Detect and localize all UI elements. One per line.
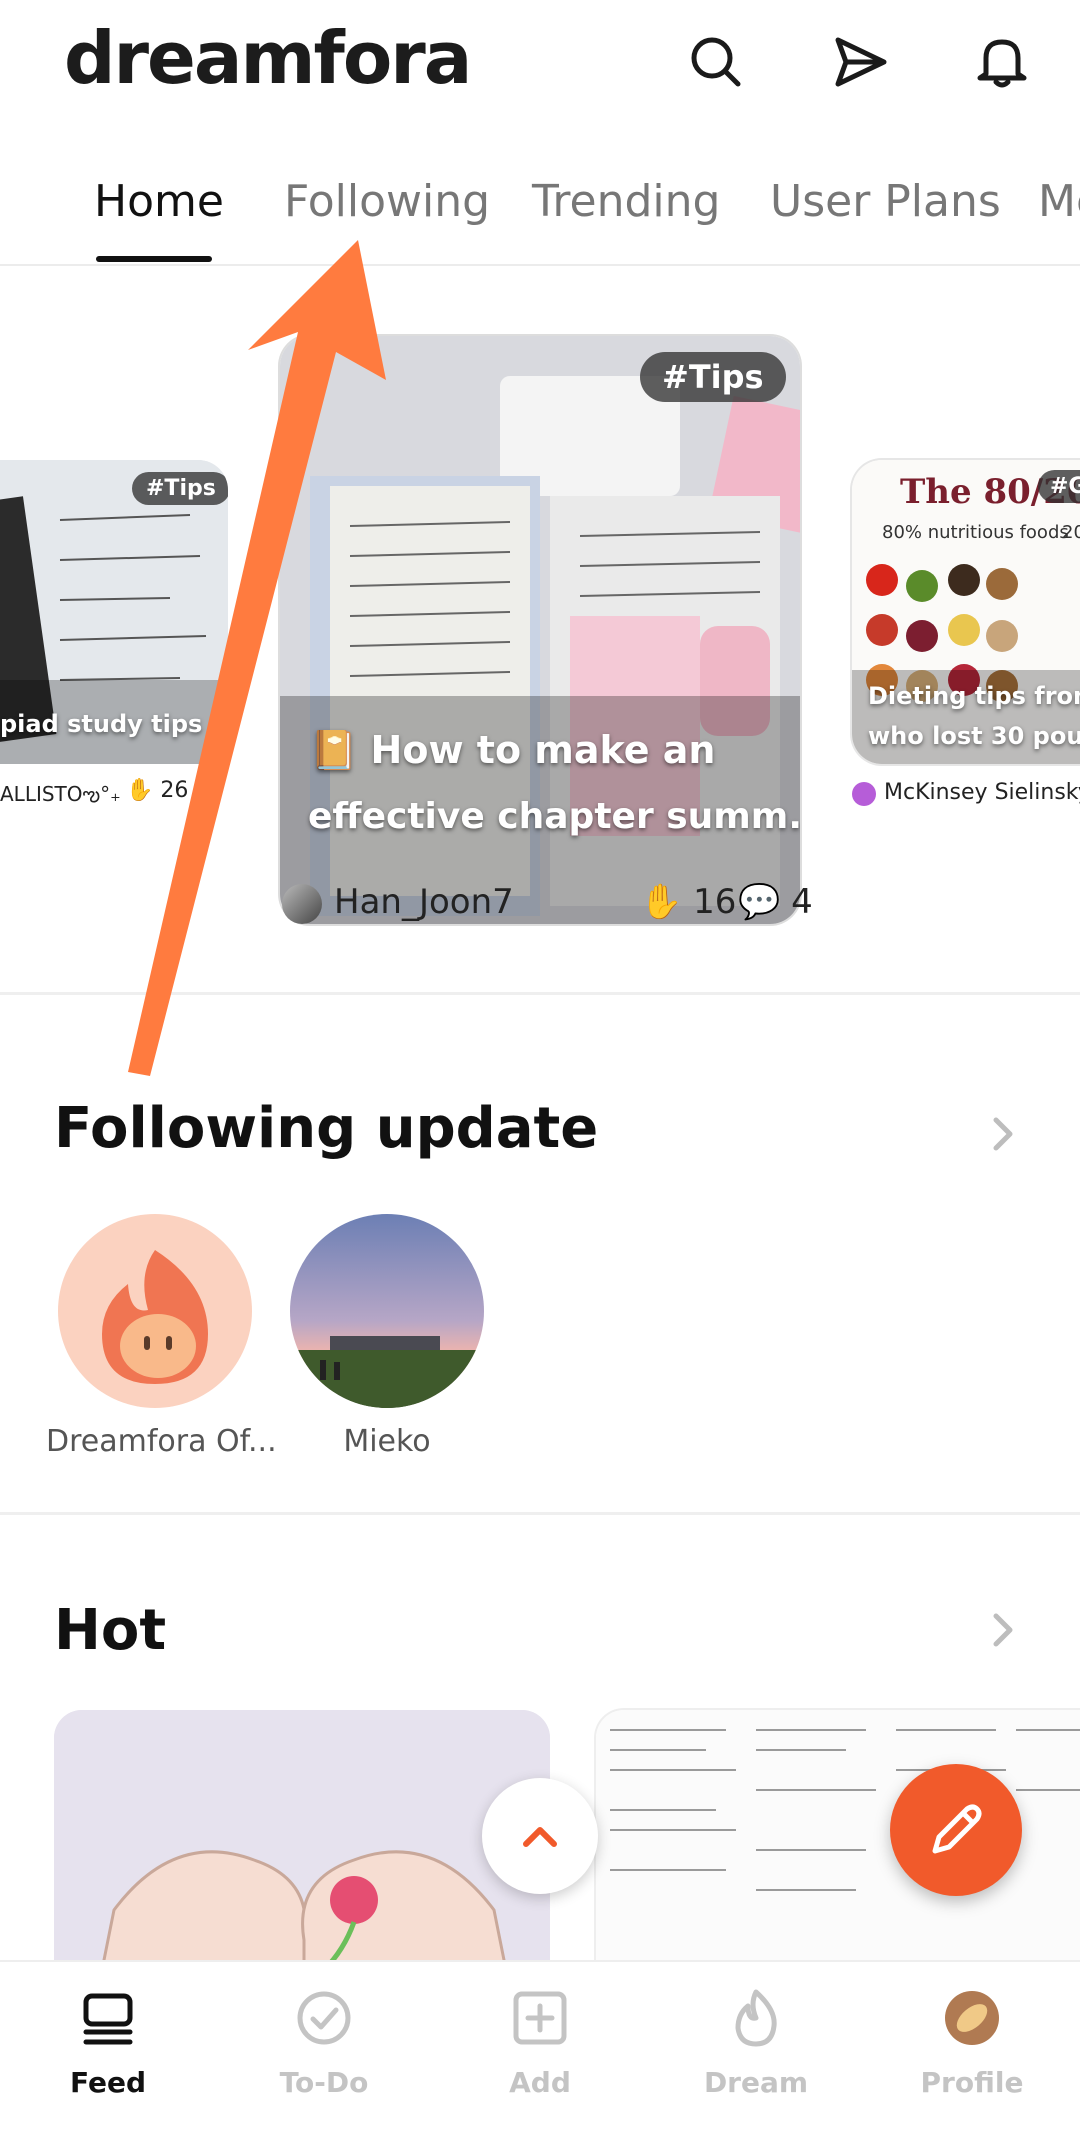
carousel-card-center[interactable]: #Tips 📔 How to make an effective chapter… bbox=[280, 336, 800, 924]
bell-icon[interactable] bbox=[970, 30, 1034, 94]
clap-icon: ✋ bbox=[640, 882, 683, 922]
landscape-photo bbox=[290, 1214, 484, 1408]
tab-home[interactable]: Home bbox=[94, 176, 224, 227]
section-divider bbox=[0, 1512, 1080, 1515]
like-count: 26 bbox=[160, 778, 189, 803]
chevron-right-icon[interactable] bbox=[984, 1610, 1024, 1650]
card-likes: ✋ 26 bbox=[126, 778, 188, 803]
card-tag: #Tips bbox=[132, 472, 228, 505]
comment-count: 4 bbox=[791, 882, 813, 922]
bottom-navigation: Feed To-Do Add Dream Profile bbox=[0, 1960, 1080, 2156]
card-title-line2: who lost 30 pounds i bbox=[868, 722, 1080, 750]
nav-label: Profile bbox=[920, 2066, 1024, 2099]
card-title-line2: effective chapter summ... bbox=[308, 796, 800, 837]
following-avatar-mieko[interactable] bbox=[290, 1214, 484, 1408]
following-update-title: Following update bbox=[54, 1096, 599, 1161]
author-avatar[interactable] bbox=[852, 782, 876, 806]
carousel-card-right[interactable]: The 80/20 R 80% nutritious foods 20 #G D… bbox=[852, 460, 1080, 764]
card-tag: #G bbox=[1038, 470, 1080, 503]
card-title-line1: Dieting tips from son bbox=[868, 682, 1080, 710]
card-comments[interactable]: 💬 4 bbox=[738, 882, 813, 922]
feed-tabs: Home Following Trending User Plans Me bbox=[0, 150, 1080, 266]
nav-dream[interactable]: Dream bbox=[656, 1988, 856, 2099]
carousel-card-left[interactable]: #Tips piad study tips bbox=[0, 460, 228, 764]
following-avatar-dreamfora[interactable] bbox=[58, 1214, 252, 1408]
feed-icon bbox=[83, 1993, 133, 2045]
scroll-to-top-button[interactable] bbox=[482, 1778, 598, 1894]
active-tab-indicator bbox=[96, 256, 212, 262]
pencil-icon bbox=[932, 1804, 982, 1854]
chevron-right-icon[interactable] bbox=[984, 1114, 1024, 1154]
card-tag: #Tips bbox=[640, 352, 786, 402]
nav-todo[interactable]: To-Do bbox=[224, 1988, 424, 2099]
section-divider bbox=[0, 992, 1080, 995]
nav-label: Add bbox=[509, 2066, 571, 2099]
card-author[interactable]: Han_Joon7 bbox=[334, 882, 514, 922]
app-header: dreamfora bbox=[0, 0, 1080, 130]
app-logo: dreamfora bbox=[64, 16, 472, 100]
hot-title: Hot bbox=[54, 1598, 167, 1663]
featured-carousel: #Tips piad study tips ALLISTOఌ°₊ ✋ 26 #T… bbox=[0, 268, 1080, 996]
nav-label: Feed bbox=[69, 2066, 146, 2099]
write-post-button[interactable] bbox=[890, 1764, 1022, 1896]
nav-label: Dream bbox=[703, 2066, 809, 2099]
card-title-line1: 📔 How to make an bbox=[310, 728, 716, 772]
send-icon[interactable] bbox=[828, 30, 892, 94]
nav-profile[interactable]: Profile bbox=[872, 1988, 1072, 2099]
comment-icon: 💬 bbox=[738, 882, 781, 922]
nav-add[interactable]: Add bbox=[440, 1988, 640, 2099]
nav-feed[interactable]: Feed bbox=[8, 1988, 208, 2099]
card-author[interactable]: McKinsey Sielinsky bbox=[884, 780, 1080, 805]
tab-user-plans[interactable]: User Plans bbox=[770, 176, 1001, 227]
following-name[interactable]: Dreamfora Of... bbox=[46, 1424, 277, 1459]
card-title: piad study tips bbox=[0, 710, 203, 738]
tab-me[interactable]: Me bbox=[1038, 176, 1080, 227]
chevron-up-icon bbox=[523, 1827, 557, 1847]
author-avatar[interactable] bbox=[282, 884, 322, 924]
card-author: ALLISTOఌ°₊ bbox=[0, 782, 121, 806]
tab-trending[interactable]: Trending bbox=[532, 176, 720, 227]
poster-subtitle-2: 20 bbox=[1062, 522, 1080, 543]
poster-subtitle: 80% nutritious foods bbox=[882, 522, 1069, 543]
nav-label: To-Do bbox=[279, 2066, 369, 2099]
search-icon[interactable] bbox=[684, 30, 748, 94]
check-circle-icon bbox=[297, 1991, 351, 2045]
card-likes[interactable]: ✋ 16 bbox=[640, 882, 736, 922]
clap-icon: ✋ bbox=[126, 778, 154, 803]
like-count: 16 bbox=[693, 882, 737, 922]
profile-avatar-icon bbox=[945, 1991, 999, 2045]
flame-icon bbox=[735, 1989, 777, 2047]
add-square-icon bbox=[513, 1991, 567, 2045]
tab-following[interactable]: Following bbox=[284, 176, 490, 227]
following-name[interactable]: Mieko bbox=[277, 1424, 497, 1459]
flame-mascot-icon bbox=[102, 1250, 208, 1384]
